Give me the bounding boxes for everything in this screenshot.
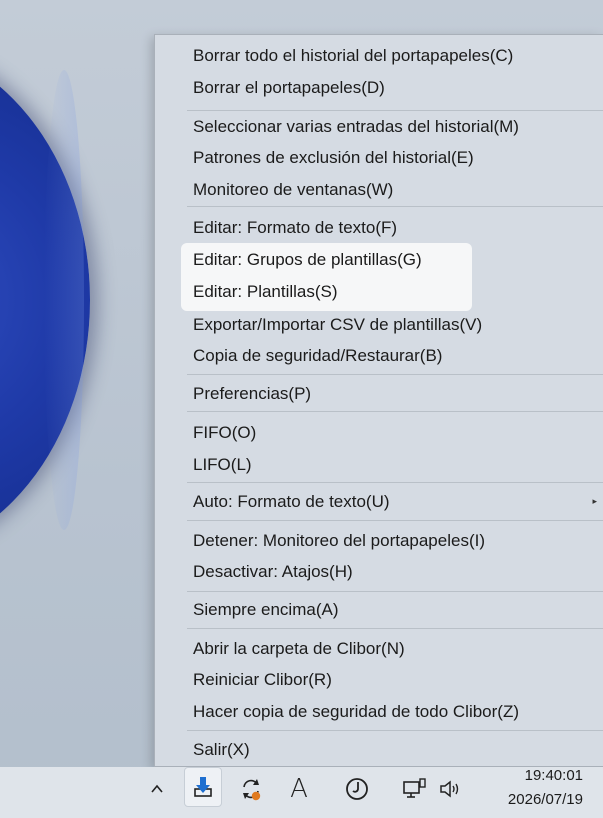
clibor-download-icon xyxy=(194,777,212,797)
taskbar: A 19:40:01 2026/07/19 xyxy=(0,767,603,818)
menu-item-auto-text-format[interactable]: Auto: Formato de texto(U) ▸ xyxy=(155,486,603,517)
menu-item-preferences[interactable]: Preferencias(P) xyxy=(155,378,603,409)
menu-item-restart[interactable]: Reiniciar Clibor(R) xyxy=(155,664,603,695)
menu-item-open-folder[interactable]: Abrir la carpeta de Clibor(N) xyxy=(155,633,603,664)
menu-separator xyxy=(187,374,603,375)
speaker-icon xyxy=(440,780,459,798)
menu-item-exit[interactable]: Salir(X) xyxy=(155,734,603,765)
menu-separator xyxy=(187,591,603,592)
menu-item-select-multiple[interactable]: Seleccionar varias entradas del historia… xyxy=(155,111,603,142)
menu-separator xyxy=(187,520,603,521)
menu-item-always-on-top[interactable]: Siempre encima(A) xyxy=(155,594,603,625)
network-monitor-icon xyxy=(403,778,426,798)
network-tray-button[interactable] xyxy=(396,767,432,811)
menu-separator xyxy=(187,482,603,483)
menu-separator xyxy=(187,411,603,412)
menu-item-edit-template-groups[interactable]: Editar: Grupos de plantillas(G) xyxy=(155,244,603,275)
menu-item-clear-all-history[interactable]: Borrar todo el historial del portapapele… xyxy=(155,40,603,71)
menu-separator xyxy=(187,730,603,731)
font-letter-icon: A xyxy=(290,774,308,804)
menu-separator xyxy=(187,206,603,207)
clock-time: 19:40:01 xyxy=(524,767,583,784)
menu-item-backup-restore[interactable]: Copia de seguridad/Restaurar(B) xyxy=(155,340,603,371)
menu-item-stop-monitoring[interactable]: Detener: Monitoreo del portapapeles(I) xyxy=(155,525,603,556)
wallpaper-bloom xyxy=(0,40,90,560)
menu-item-lifo[interactable]: LIFO(L) xyxy=(155,449,603,480)
sync-icon xyxy=(243,779,261,801)
clibor-tray-button[interactable] xyxy=(184,767,222,807)
clock-date: 2026/07/19 xyxy=(507,791,583,808)
menu-separator xyxy=(187,628,603,629)
menu-item-export-import-csv[interactable]: Exportar/Importar CSV de plantillas(V) xyxy=(155,309,603,340)
menu-item-exclusion-patterns[interactable]: Patrones de exclusión del historial(E) xyxy=(155,142,603,173)
menu-item-fifo[interactable]: FIFO(O) xyxy=(155,417,603,448)
clibor-context-menu: Borrar todo el historial del portapapele… xyxy=(154,34,603,767)
menu-item-full-backup[interactable]: Hacer copia de seguridad de todo Clibor(… xyxy=(155,696,603,727)
font-tray-button[interactable]: A xyxy=(281,767,317,811)
taskbar-clock[interactable]: 19:40:01 2026/07/19 xyxy=(508,764,583,812)
volume-tray-button[interactable] xyxy=(432,767,468,811)
show-hidden-icons-button[interactable] xyxy=(139,767,175,811)
chevron-up-icon xyxy=(151,784,163,793)
menu-item-clear-clipboard[interactable]: Borrar el portapapeles(D) xyxy=(155,72,603,103)
menu-item-edit-templates[interactable]: Editar: Plantillas(S) xyxy=(155,276,603,307)
menu-item-disable-hotkeys[interactable]: Desactivar: Atajos(H) xyxy=(155,556,603,587)
submenu-arrow-icon: ▸ xyxy=(592,496,597,506)
sync-tray-button[interactable] xyxy=(233,767,269,811)
circle-clock-icon xyxy=(346,778,368,800)
clock-app-tray-button[interactable] xyxy=(339,767,375,811)
menu-item-window-monitoring[interactable]: Monitoreo de ventanas(W) xyxy=(155,174,603,205)
menu-item-edit-text-format[interactable]: Editar: Formato de texto(F) xyxy=(155,212,603,243)
